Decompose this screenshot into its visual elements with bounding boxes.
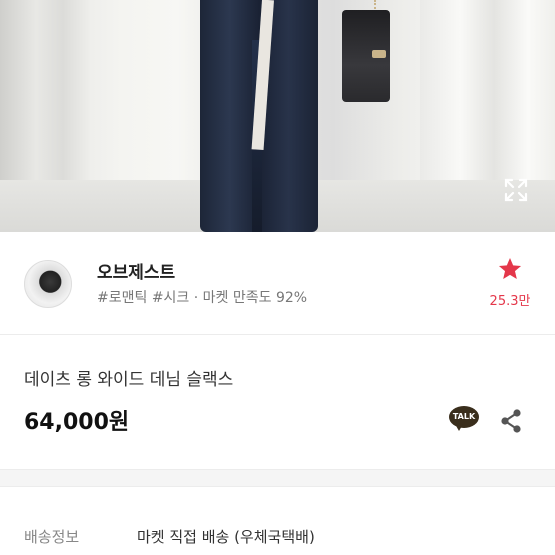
favorite-button[interactable]: 25.3만	[480, 256, 540, 309]
seller-tags: #로맨틱 #시크 · 마켓 만족도 92%	[97, 290, 308, 306]
share-icon[interactable]	[499, 408, 523, 434]
photo-bag	[342, 10, 390, 102]
product-price: 64,000원	[24, 410, 130, 435]
section-divider	[0, 469, 555, 487]
favorite-count: 25.3만	[489, 294, 531, 309]
expand-icon[interactable]	[503, 177, 529, 203]
shipping-value: 마켓 직접 배송 (우체국택배)	[137, 528, 315, 546]
product-photo[interactable]	[0, 0, 555, 232]
seller-row[interactable]: 오브제스트 #로맨틱 #시크 · 마켓 만족도 92% 25.3만	[0, 232, 555, 335]
star-icon	[498, 257, 522, 279]
kakaotalk-icon: TALK	[449, 406, 479, 428]
product-title: 데이츠 롱 와이드 데님 슬랙스	[24, 370, 234, 390]
seller-name[interactable]: 오브제스트	[97, 258, 175, 283]
shipping-label: 배송정보	[24, 528, 80, 546]
seller-avatar[interactable]	[24, 260, 72, 308]
kakaotalk-button[interactable]: TALK	[449, 406, 479, 434]
